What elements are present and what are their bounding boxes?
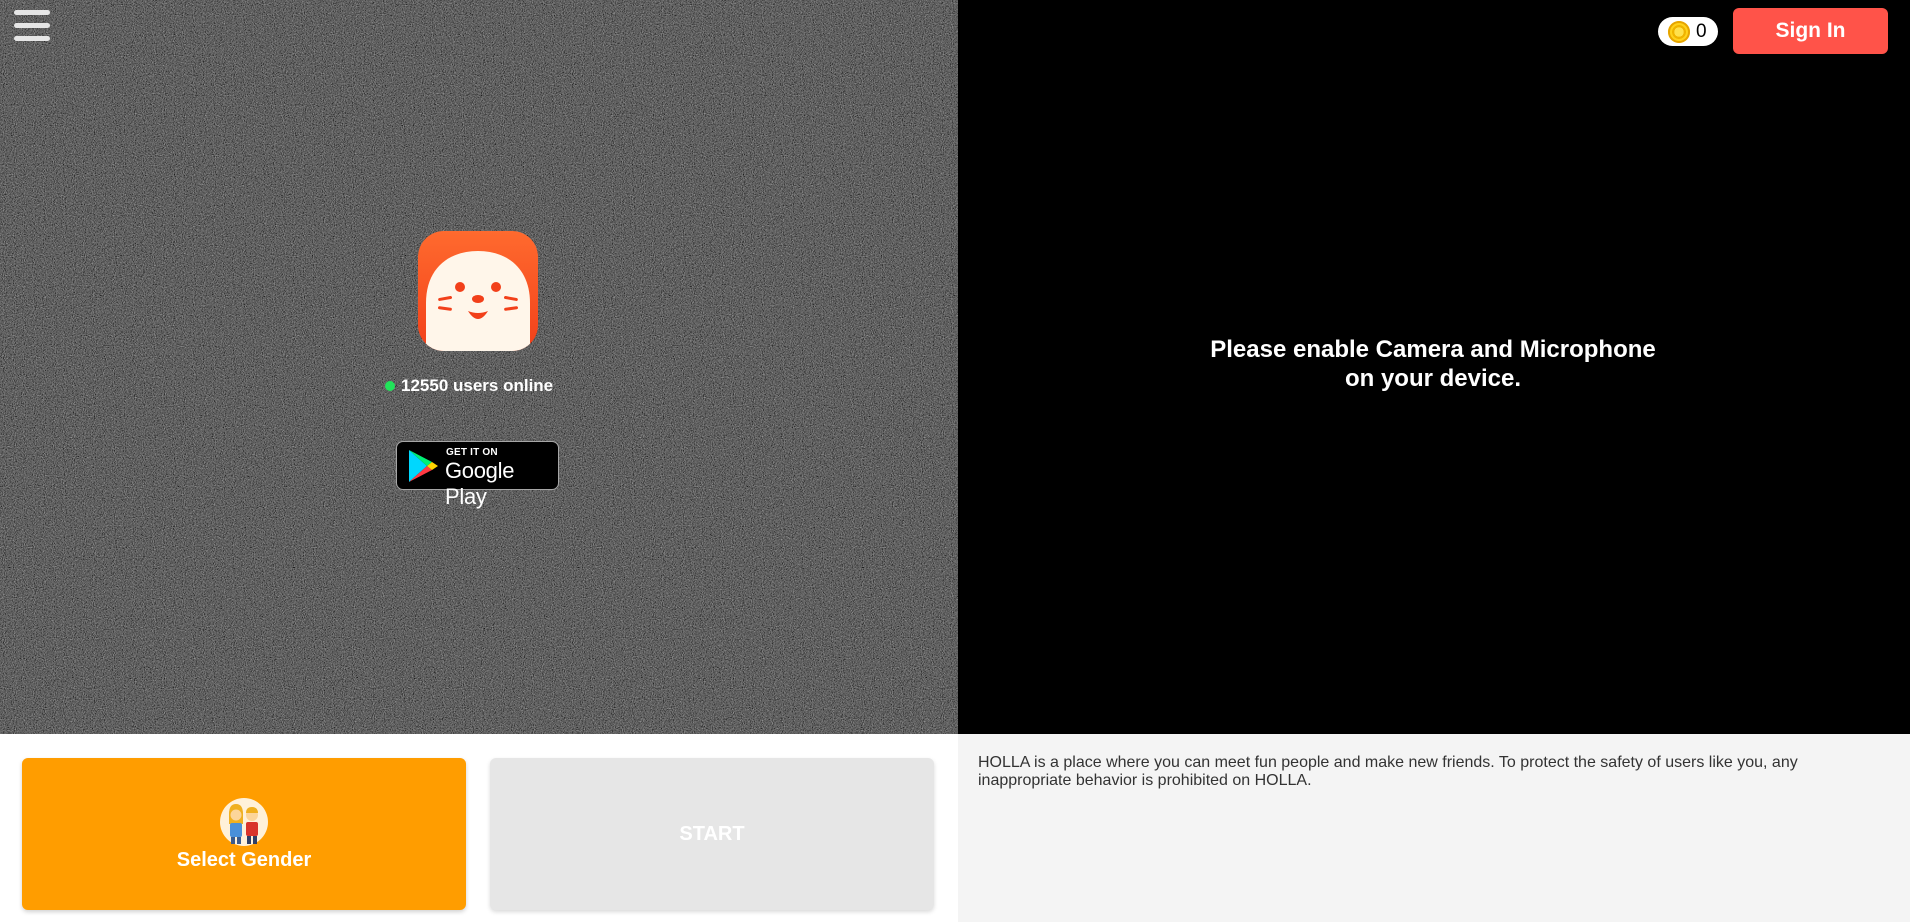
google-play-big-text: Google Play [445,458,515,509]
tv-static-noise [0,0,958,734]
online-dot-icon [385,381,395,391]
hamburger-icon-bar [14,10,50,15]
camera-message-line-1: Please enable Camera and Microphone [1210,336,1656,363]
online-users-status: 12550 users online [385,375,553,397]
notice-panel: HOLLA is a place where you can meet fun … [958,734,1910,922]
self-camera-panel: Please enable Camera and Microphone on y… [958,0,1910,734]
stranger-video-panel: 12550 users online GET IT ON Google Play [0,0,958,734]
select-gender-label: Select Gender [176,849,312,871]
hamburger-icon-bar [14,36,50,41]
couple-icon [220,798,268,846]
seal-app-logo-icon [418,231,538,351]
safety-notice-text: HOLLA is a place where you can meet fun … [978,754,1798,789]
app-root: 12550 users online GET IT ON Google Play… [0,0,1910,922]
google-play-icon [409,450,438,482]
coin-icon [1668,20,1690,43]
coin-balance[interactable]: 0 [1658,17,1718,46]
sign-in-button[interactable]: Sign In [1733,8,1888,54]
select-gender-button[interactable]: Select Gender [22,758,466,910]
start-button[interactable]: START [490,758,934,910]
camera-message-line-2: on your device. [1344,365,1522,392]
google-play-small-text: GET IT ON [446,447,498,458]
camera-permission-message: Please enable Camera and Microphone on y… [958,335,1910,393]
hamburger-icon-bar [14,23,50,28]
coin-count: 0 [1696,20,1707,42]
online-users-text: 12550 users online [401,376,554,395]
google-play-badge-button[interactable]: GET IT ON Google Play [396,441,559,509]
hamburger-menu-button[interactable] [14,10,52,42]
